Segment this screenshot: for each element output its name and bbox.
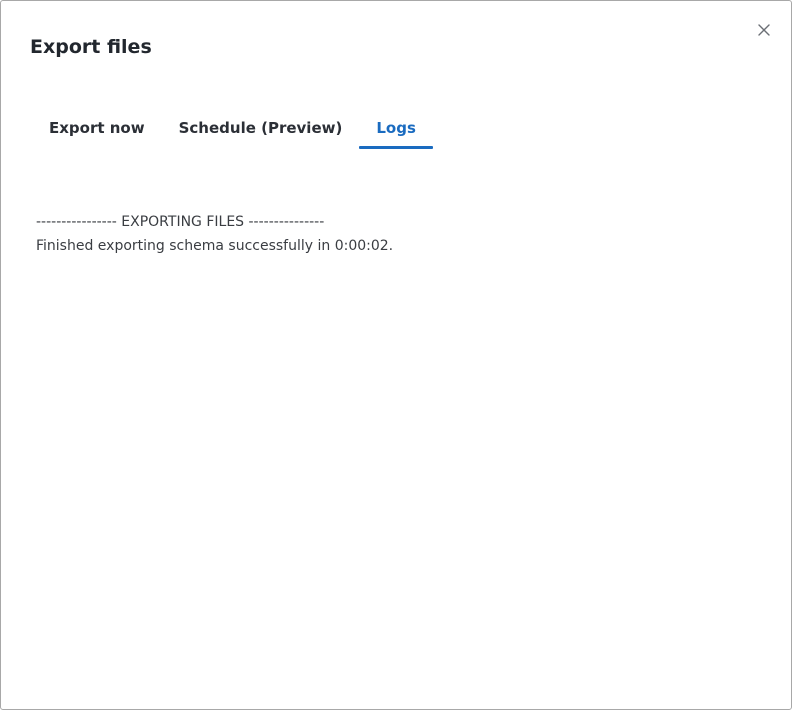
tab-schedule-preview[interactable]: Schedule (Preview) <box>162 109 360 149</box>
close-button[interactable] <box>755 21 773 39</box>
tab-bar: Export now Schedule (Preview) Logs <box>32 109 433 151</box>
dialog-title: Export files <box>30 36 152 58</box>
close-icon <box>758 24 770 36</box>
export-files-dialog: Export files Export now Schedule (Previe… <box>0 0 792 710</box>
tab-export-now[interactable]: Export now <box>32 109 162 149</box>
log-line: ---------------- EXPORTING FILES -------… <box>36 214 325 230</box>
tab-logs[interactable]: Logs <box>359 109 433 149</box>
log-line: Finished exporting schema successfully i… <box>36 238 394 254</box>
log-output: ---------------- EXPORTING FILES -------… <box>36 210 393 258</box>
